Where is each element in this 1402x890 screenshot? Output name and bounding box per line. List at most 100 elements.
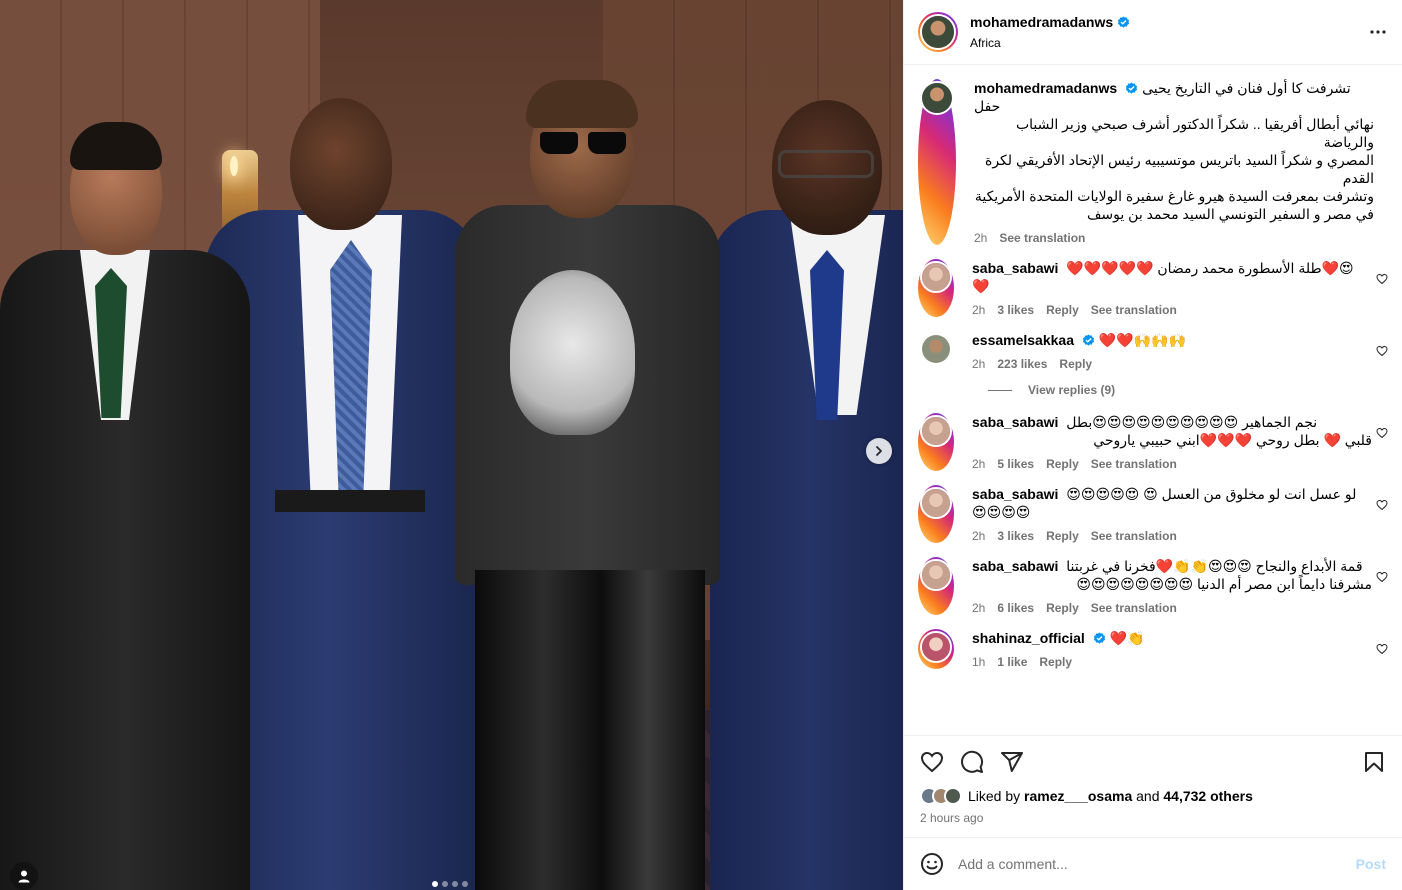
caption-line: القدم	[1342, 170, 1374, 186]
heart-icon[interactable]	[1376, 571, 1388, 583]
comment-text: نجم الجماهير 😍😍😍😍😍😍😍😍😍😍بطل	[1066, 414, 1318, 430]
commenter-avatar[interactable]	[918, 629, 954, 669]
heart-icon[interactable]	[1376, 345, 1388, 357]
see-translation-link[interactable]: See translation	[999, 231, 1085, 245]
carousel-next-button[interactable]	[866, 438, 892, 464]
caption-line: وتشرفت بمعرفت السيدة هيرو غارغ سفيرة الو…	[974, 188, 1374, 204]
see-translation-link[interactable]: See translation	[1091, 601, 1177, 615]
carousel-dot-2	[442, 881, 448, 887]
share-button[interactable]	[1000, 750, 1024, 774]
likes-count[interactable]: 44,732 others	[1163, 788, 1253, 804]
comment-username[interactable]: saba_sabawi	[972, 414, 1058, 430]
comment-text: 😍😍😍😍	[972, 504, 1031, 520]
comment-input[interactable]	[958, 856, 1318, 872]
verified-badge-icon	[1093, 632, 1105, 644]
carousel-indicator	[432, 881, 468, 887]
comment-likes[interactable]: 3 likes	[997, 303, 1034, 317]
comment-username[interactable]: shahinaz_official	[972, 630, 1085, 646]
comment-text: قمة الأبداع والنجاح 😍😍😍👏👏❤️فخرنا في غربت…	[1066, 558, 1363, 574]
commenter-avatar[interactable]	[918, 331, 954, 371]
heart-icon[interactable]	[1376, 427, 1388, 439]
heart-icon[interactable]	[1376, 643, 1388, 655]
commenter-avatar[interactable]	[918, 413, 954, 471]
comment-likes[interactable]: 223 likes	[997, 357, 1047, 371]
comment-username[interactable]: essamelsakkaa	[972, 332, 1074, 348]
comment-likes[interactable]: 3 likes	[997, 529, 1034, 543]
post-comment-button[interactable]: Post	[1356, 856, 1386, 872]
post-side-panel: mohamedramadanws Africa mohamedramadanws…	[903, 0, 1402, 890]
post-location[interactable]: Africa	[970, 36, 1130, 50]
comment-username[interactable]: saba_sabawi	[972, 486, 1058, 502]
author-username[interactable]: mohamedramadanws	[970, 14, 1113, 30]
comment-button[interactable]	[960, 750, 984, 774]
comments-list[interactable]: mohamedramadanws تشرفت كا أول فنان في ال…	[904, 65, 1402, 735]
carousel-dot-3	[452, 881, 458, 887]
comment-time: 2h	[972, 601, 986, 615]
reply-button[interactable]: Reply	[1039, 655, 1072, 669]
reply-button[interactable]: Reply	[1046, 529, 1079, 543]
post-action-bar	[904, 735, 1402, 787]
author-avatar-ring[interactable]	[918, 12, 958, 52]
chevron-right-icon	[876, 446, 882, 456]
verified-badge-icon	[1082, 334, 1095, 346]
add-comment-bar: Post	[904, 837, 1402, 890]
comment-item: saba_sabawi 😍❤️طلة الأسطورة محمد رمضان ❤…	[918, 259, 1388, 317]
liker-username[interactable]: ramez___osama	[1024, 788, 1132, 804]
comment-likes[interactable]: 5 likes	[997, 457, 1034, 471]
view-replies-button[interactable]: View replies (9)	[988, 383, 1388, 397]
heart-icon[interactable]	[1376, 273, 1388, 285]
like-button[interactable]	[920, 750, 944, 774]
liker-avatars	[920, 787, 962, 805]
comment-item: shahinaz_official ❤️👏 1h 1 like Reply	[918, 629, 1388, 669]
comment-username[interactable]: saba_sabawi	[972, 260, 1058, 276]
comment-item: saba_sabawi قمة الأبداع والنجاح 😍😍😍👏👏❤️ف…	[918, 557, 1388, 615]
commenter-avatar[interactable]	[918, 557, 954, 615]
comment-likes[interactable]: 1 like	[997, 655, 1027, 669]
avatar	[944, 787, 962, 805]
heart-icon	[920, 751, 944, 772]
comment-item: saba_sabawi لو عسل انت لو مخلوق من العسل…	[918, 485, 1388, 543]
emoji-button[interactable]	[920, 852, 944, 876]
comment-text: 😍❤️طلة الأسطورة محمد رمضان ❤️❤️❤️❤️❤️	[1066, 260, 1354, 276]
carousel-dot-4	[462, 881, 468, 887]
reply-button[interactable]: Reply	[1046, 601, 1079, 615]
commenter-avatar[interactable]	[918, 259, 954, 317]
caption-line: نهائي أبطال أفريقيا .. شكراً الدكتور أشر…	[1015, 116, 1374, 150]
comment-text: ❤️❤️🙌🙌🙌	[1098, 332, 1187, 348]
comment-username[interactable]: saba_sabawi	[972, 558, 1058, 574]
reply-button[interactable]: Reply	[1059, 357, 1092, 371]
caption-username[interactable]: mohamedramadanws	[974, 80, 1117, 96]
commenter-avatar[interactable]	[918, 485, 954, 543]
comment-text: ❤️	[972, 278, 990, 294]
reply-button[interactable]: Reply	[1046, 303, 1079, 317]
more-options-button[interactable]	[1368, 22, 1388, 47]
comment-text: ❤️👏	[1109, 630, 1145, 646]
user-tag-icon	[18, 870, 30, 883]
verified-badge-icon	[1126, 82, 1138, 94]
comment-time: 2h	[972, 457, 986, 471]
reply-button[interactable]: Reply	[1046, 457, 1079, 471]
caption-time: 2h	[974, 231, 988, 245]
avatar	[920, 14, 956, 50]
see-translation-link[interactable]: See translation	[1091, 303, 1177, 317]
tagged-users-button[interactable]	[10, 862, 38, 890]
post-modal: mohamedramadanws Africa mohamedramadanws…	[0, 0, 1402, 890]
see-translation-link[interactable]: See translation	[1091, 529, 1177, 543]
likes-summary[interactable]: Liked by ramez___osama and 44,732 others	[904, 787, 1402, 805]
see-translation-link[interactable]: See translation	[1091, 457, 1177, 471]
comment-item: essamelsakkaa ❤️❤️🙌🙌🙌 2h 223 likes Reply	[918, 331, 1388, 371]
comment-item: saba_sabawi نجم الجماهير 😍😍😍😍😍😍😍😍😍😍بطل ق…	[918, 413, 1388, 471]
likes-mid: and	[1132, 788, 1164, 804]
post-header: mohamedramadanws Africa	[904, 0, 1402, 65]
post-caption: mohamedramadanws تشرفت كا أول فنان في ال…	[918, 79, 1388, 245]
comment-likes[interactable]: 6 likes	[997, 601, 1034, 615]
heart-icon[interactable]	[1376, 499, 1388, 511]
post-photo[interactable]	[0, 0, 903, 890]
save-button[interactable]	[1362, 750, 1386, 779]
comment-text: لو عسل انت لو مخلوق من العسل 😍 😍😍😍😍😍	[1066, 486, 1357, 502]
caption-line: في مصر و السفير التونسي السيد محمد بن يو…	[1086, 206, 1374, 222]
more-dots-icon	[1370, 30, 1386, 34]
verified-badge-icon	[1118, 16, 1130, 28]
post-timestamp[interactable]: 2 hours ago	[904, 805, 1402, 825]
comment-time: 2h	[972, 357, 986, 371]
